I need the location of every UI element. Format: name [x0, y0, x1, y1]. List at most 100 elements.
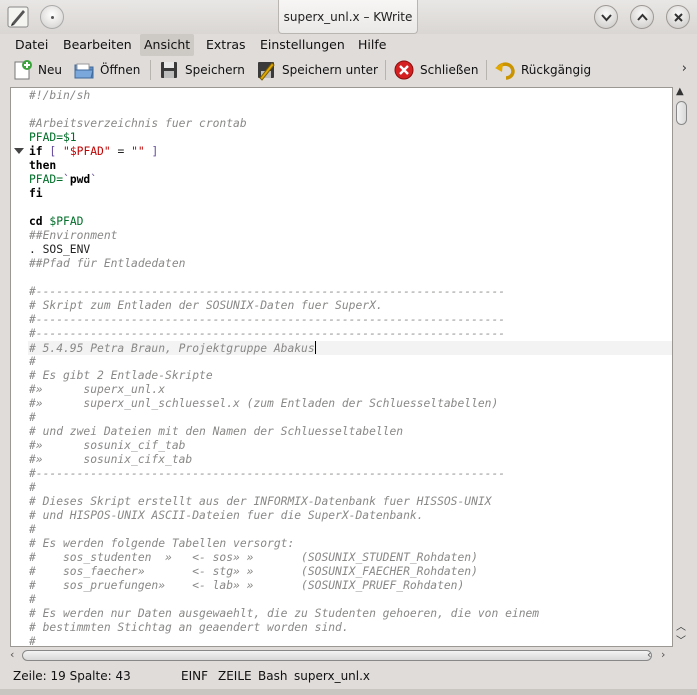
code-line[interactable]: # — [28, 411, 672, 425]
insert-mode[interactable]: EINF — [181, 669, 208, 683]
menu-einstellungen[interactable]: Einstellungen — [256, 34, 349, 56]
code-line[interactable]: #» superx_unl.x — [28, 383, 672, 397]
code-line[interactable]: # Es gibt 2 Entlade-Skripte — [28, 369, 672, 383]
code-line[interactable] — [28, 271, 672, 285]
code-token: # — [29, 523, 36, 536]
code-line[interactable]: #---------------------------------------… — [28, 327, 672, 341]
code-token: # — [29, 355, 36, 368]
selection-mode[interactable]: ZEILE — [218, 669, 252, 683]
scroll-up-arrow-icon[interactable]: ▲ — [676, 86, 684, 97]
code-line[interactable]: #!/bin/sh — [28, 89, 672, 103]
code-line[interactable]: #Arbeitsverzeichnis fuer crontab — [28, 117, 672, 131]
kwrite-app-icon[interactable] — [6, 5, 30, 29]
save-as-label: Speichern unter — [282, 63, 378, 77]
code-line[interactable]: # bestimmten Stichtag an geaendert worde… — [28, 621, 672, 635]
save-label: Speichern — [185, 63, 245, 77]
code-line[interactable]: # Es werden folgende Tabellen versorgt: — [28, 537, 672, 551]
menu-datei[interactable]: Datei — [11, 34, 52, 56]
code-line[interactable]: #---------------------------------------… — [28, 467, 672, 481]
code-line[interactable]: PFAD=$1 — [28, 131, 672, 145]
code-line[interactable]: #» sosunix_cifx_tab — [28, 453, 672, 467]
code-token: # Dieses Skript erstellt aus der INFORMI… — [29, 495, 492, 508]
code-line[interactable]: # sos_pruefungen» <- lab» » (SOSUNIX_PRU… — [28, 579, 672, 593]
code-line[interactable]: . SOS_ENV — [28, 243, 672, 257]
window-title: superx_unl.x – KWrite — [278, 0, 418, 34]
code-token: # — [29, 481, 36, 494]
toolbar-separator — [486, 60, 487, 80]
menu-extras[interactable]: Extras — [202, 34, 250, 56]
scroll-up-arrow-icon[interactable]: ︿ — [676, 618, 686, 633]
code-line[interactable]: # — [28, 593, 672, 607]
code-line[interactable] — [28, 201, 672, 215]
code-line[interactable]: if [ "$PFAD" = "" ] — [28, 145, 672, 159]
code-area[interactable]: #!/bin/sh #Arbeitsverzeichnis fuer cronta… — [28, 89, 672, 646]
menu-ansicht[interactable]: Ansicht — [140, 34, 195, 56]
code-token: #» sosunix_cifx_tab — [29, 453, 193, 466]
code-line[interactable]: # sos_faecher» <- stg» » (SOSUNIX_FAECHE… — [28, 565, 672, 579]
undo-button[interactable]: Rückgängig — [494, 56, 591, 84]
close-document-label: Schließen — [420, 63, 479, 77]
save-as-button[interactable]: Speichern unter — [255, 56, 378, 84]
close-document-button[interactable]: Schließen — [393, 56, 478, 84]
code-line[interactable]: # 5.4.95 Petra Braun, Projektgruppe Abak… — [28, 341, 672, 355]
code-token: #» superx_unl.x — [29, 383, 166, 396]
menu-hilfe[interactable]: Hilfe — [354, 34, 390, 56]
toolbar-overflow-chevron-icon[interactable]: › — [682, 61, 687, 76]
horizontal-scroll-thumb[interactable] — [22, 650, 652, 661]
new-document-icon — [11, 59, 33, 81]
code-line[interactable]: then — [28, 159, 672, 173]
code-token: # — [29, 593, 36, 606]
save-button[interactable]: Speichern — [158, 56, 245, 84]
code-line[interactable]: ##Pfad für Entladedaten — [28, 257, 672, 271]
code-line[interactable]: # — [28, 523, 672, 537]
scroll-left-arrow-icon[interactable]: ‹ — [647, 648, 651, 661]
code-line[interactable]: # Es werden nur Daten ausgewaehlt, die z… — [28, 607, 672, 621]
code-token: # 5.4.95 Petra Braun, Projektgruppe Abak… — [29, 342, 315, 355]
scroll-right-arrow-icon[interactable]: › — [661, 648, 665, 661]
code-line[interactable]: # Dieses Skript erstellt aus der INFORMI… — [28, 495, 672, 509]
code-line[interactable]: #» sosunix_cif_tab — [28, 439, 672, 453]
code-line[interactable]: # und zwei Dateien mit den Namen der Sch… — [28, 425, 672, 439]
minimize-button[interactable] — [594, 5, 618, 29]
code-line[interactable]: fi — [28, 187, 672, 201]
code-line[interactable]: ##Environment — [28, 229, 672, 243]
code-line[interactable]: PFAD=`pwd` — [28, 173, 672, 187]
code-line[interactable]: cd $PFAD — [28, 215, 672, 229]
status-bar: Zeile: 19 Spalte: 43 EINF ZEILE Bash sup… — [0, 666, 697, 686]
maximize-button[interactable] — [630, 5, 654, 29]
fold-marker-icon[interactable] — [14, 148, 24, 154]
code-token: # und HISPOS-UNIX ASCII-Dateien fuer die… — [29, 509, 424, 522]
code-line[interactable]: # — [28, 635, 672, 646]
code-line[interactable]: # und HISPOS-UNIX ASCII-Dateien fuer die… — [28, 509, 672, 523]
code-line[interactable]: # — [28, 481, 672, 495]
syntax-mode[interactable]: Bash — [258, 669, 287, 683]
code-token: = — [110, 145, 132, 158]
code-token: if — [29, 145, 43, 158]
code-token: $PFAD — [49, 215, 84, 228]
scroll-down-arrow-icon[interactable]: ﹀ — [676, 632, 686, 647]
code-token: # sos_pruefungen» <- lab» » (SOSUNIX_PRU… — [29, 579, 465, 592]
menu-bearbeiten[interactable]: Bearbeiten — [59, 34, 136, 56]
vertical-scrollbar[interactable]: ▲ ︿ ﹀ — [674, 86, 688, 647]
open-button[interactable]: Öffnen — [73, 56, 140, 84]
code-line[interactable]: #---------------------------------------… — [28, 285, 672, 299]
code-line[interactable] — [28, 103, 672, 117]
text-editor[interactable]: #!/bin/sh #Arbeitsverzeichnis fuer cronta… — [10, 87, 673, 647]
chevron-down-icon — [601, 14, 612, 22]
title-bar: superx_unl.x – KWrite — [0, 0, 697, 34]
main-toolbar: Neu Öffnen Speichern Speichern unter Sch… — [0, 56, 697, 84]
code-token: ` — [63, 173, 70, 186]
close-window-button[interactable] — [666, 5, 690, 29]
scroll-left-arrow-icon[interactable]: ‹ — [10, 648, 14, 661]
new-button[interactable]: Neu — [11, 56, 62, 84]
code-line[interactable]: #---------------------------------------… — [28, 313, 672, 327]
code-line[interactable]: # — [28, 355, 672, 369]
code-token: #» superx_unl_schluessel.x (zum Entladen… — [29, 397, 499, 410]
code-line[interactable]: # Skript zum Entladen der SOSUNIX-Daten … — [28, 299, 672, 313]
code-line[interactable]: # sos_studenten » <- sos» » (SOSUNIX_STU… — [28, 551, 672, 565]
horizontal-scrollbar[interactable]: ‹ ‹ › — [10, 648, 673, 663]
code-token: ##Pfad für Entladedaten — [29, 257, 186, 270]
code-line[interactable]: #» superx_unl_schluessel.x (zum Entladen… — [28, 397, 672, 411]
vertical-scroll-thumb[interactable] — [676, 101, 687, 125]
pin-icon[interactable] — [40, 5, 64, 29]
